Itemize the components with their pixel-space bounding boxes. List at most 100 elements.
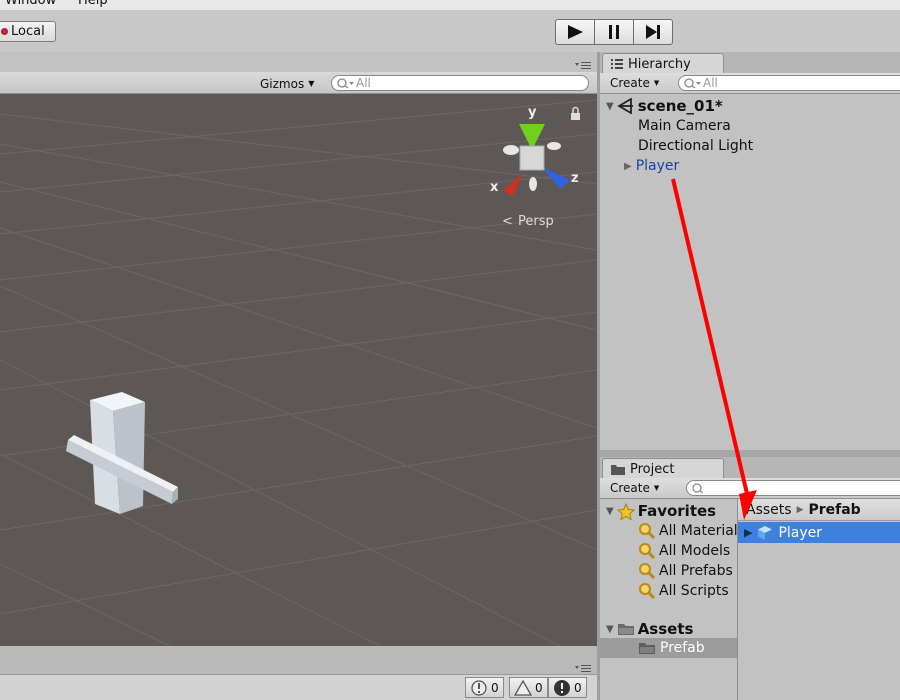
search-icon: [684, 78, 701, 89]
scene-name: scene_01*: [637, 97, 723, 115]
project-create-dropdown[interactable]: Create ▼: [610, 481, 659, 495]
info-icon: [471, 679, 487, 696]
panel-splitter[interactable]: [600, 450, 900, 457]
favorites-item-label: All Models: [659, 543, 731, 559]
hierarchy-tree: ▼ scene_01* Main Camera Directional Ligh…: [600, 94, 900, 450]
hierarchy-create-dropdown[interactable]: Create ▼: [610, 76, 659, 90]
play-button[interactable]: [555, 19, 595, 45]
warning-count: 0: [535, 680, 543, 695]
prefab-cube-icon: [758, 525, 773, 540]
project-tab-bar: Project: [600, 457, 900, 479]
folder-item-label: Prefab: [660, 640, 705, 656]
asset-item-label: Player: [778, 524, 823, 541]
favorites-item-label: All Scripts: [659, 583, 729, 599]
favorites-header[interactable]: ▼ Favorites: [606, 501, 716, 521]
orientation-gizmo[interactable]: [503, 124, 570, 196]
favorites-item-label: All Prefabs: [659, 563, 733, 579]
chevron-down-icon: ▼: [653, 79, 660, 87]
step-button[interactable]: [633, 19, 673, 45]
search-filter-icon: [639, 583, 656, 600]
info-count: 0: [491, 680, 499, 695]
lock-icon[interactable]: [571, 106, 580, 121]
folder-icon: [617, 624, 634, 635]
hierarchy-search-input[interactable]: All: [678, 75, 900, 91]
pivot-rotation-label: Local: [11, 24, 45, 39]
breadcrumb-item[interactable]: Prefab: [808, 502, 860, 518]
favorites-label: Favorites: [637, 502, 717, 520]
pivot-icon: [1, 28, 8, 35]
menu-bar: Window Help: [0, 0, 900, 10]
project-create-label: Create: [610, 481, 650, 495]
expand-arrow-icon[interactable]: ▼: [606, 506, 614, 517]
breadcrumb-item[interactable]: Assets: [746, 502, 792, 518]
tab-hierarchy[interactable]: Hierarchy: [602, 53, 724, 74]
error-count: 0: [574, 680, 582, 695]
warning-toggle[interactable]: 0: [509, 677, 548, 698]
tab-project[interactable]: Project: [602, 458, 724, 479]
gizmo-axis-x: x: [490, 180, 499, 195]
project-search-input[interactable]: [686, 480, 900, 496]
main-toolbar: Local: [0, 10, 900, 52]
hierarchy-tab-bar: Hierarchy: [600, 52, 900, 74]
error-toggle[interactable]: 0: [548, 677, 587, 698]
pivot-rotation-button[interactable]: Local: [0, 21, 56, 42]
hierarchy-search-placeholder: All: [703, 76, 718, 90]
scene-viewport[interactable]: y x z < Persp: [0, 94, 597, 646]
hierarchy-tab-label: Hierarchy: [628, 56, 691, 72]
playback-controls: [555, 19, 673, 45]
search-filter-icon: [639, 543, 656, 560]
assets-header[interactable]: ▼ Assets: [606, 619, 693, 639]
hierarchy-item-label: Directional Light: [638, 138, 754, 154]
breadcrumb: Assets ▶ Prefab: [738, 499, 900, 521]
gizmo-axis-z: z: [571, 171, 579, 186]
hierarchy-item-player[interactable]: ▶ Player: [624, 156, 679, 176]
search-icon: [692, 483, 703, 494]
search-filter-icon: [639, 523, 656, 540]
folder-item-prefab[interactable]: Prefab: [600, 638, 737, 658]
step-icon: [646, 25, 660, 39]
info-toggle[interactable]: 0: [465, 677, 504, 698]
scene-toolbar: Gizmos ▼ All: [0, 72, 597, 94]
menu-help[interactable]: Help: [78, 0, 108, 8]
panel-menu-icon[interactable]: [575, 61, 591, 70]
error-icon: [554, 679, 570, 696]
unity-scene-icon: [616, 98, 633, 114]
hierarchy-item-label: Main Camera: [638, 118, 731, 134]
scene-grid: y x z < Persp: [0, 99, 597, 646]
hierarchy-create-label: Create: [610, 76, 650, 90]
scene-root-row[interactable]: ▼ scene_01*: [606, 96, 723, 116]
hierarchy-toolbar: Create ▼ All: [600, 73, 900, 94]
scene-search-placeholder: All: [356, 76, 371, 90]
gizmos-label: Gizmos: [260, 76, 305, 91]
favorites-item-all-materials[interactable]: All Materials: [638, 521, 745, 541]
play-icon: [568, 25, 583, 39]
project-tab-label: Project: [630, 461, 675, 477]
pause-button[interactable]: [594, 19, 634, 45]
hierarchy-item-directional-light[interactable]: Directional Light: [638, 136, 753, 156]
favorites-item-label: All Materials: [659, 523, 745, 539]
favorites-item-all-models[interactable]: All Models: [638, 541, 730, 561]
folder-icon: [639, 643, 655, 654]
search-icon: [337, 78, 354, 89]
hierarchy-item-label: Player: [635, 158, 680, 174]
panel-menu-icon[interactable]: [575, 664, 591, 673]
hierarchy-item-main-camera[interactable]: Main Camera: [638, 116, 731, 136]
expand-arrow-icon[interactable]: ▶: [624, 161, 632, 172]
menu-window[interactable]: Window: [5, 0, 56, 8]
chevron-down-icon: ▼: [308, 79, 315, 88]
list-icon: [611, 59, 623, 69]
projection-label[interactable]: Persp: [518, 214, 554, 229]
expand-arrow-icon[interactable]: ▼: [606, 624, 614, 635]
favorites-item-all-scripts[interactable]: All Scripts: [638, 581, 729, 601]
gizmos-dropdown[interactable]: Gizmos ▼: [256, 75, 318, 92]
project-toolbar: Create ▼: [600, 478, 900, 499]
expand-arrow-icon[interactable]: ▼: [606, 101, 614, 112]
folder-icon: [611, 464, 625, 475]
scene-search-input[interactable]: All: [331, 75, 589, 91]
expand-arrow-icon[interactable]: ▶: [744, 526, 752, 539]
star-icon: [616, 502, 635, 520]
asset-item-player[interactable]: ▶ Player: [738, 522, 900, 543]
favorites-item-all-prefabs[interactable]: All Prefabs: [638, 561, 733, 581]
search-filter-icon: [639, 563, 656, 580]
chevron-right-icon: ▶: [796, 504, 804, 515]
